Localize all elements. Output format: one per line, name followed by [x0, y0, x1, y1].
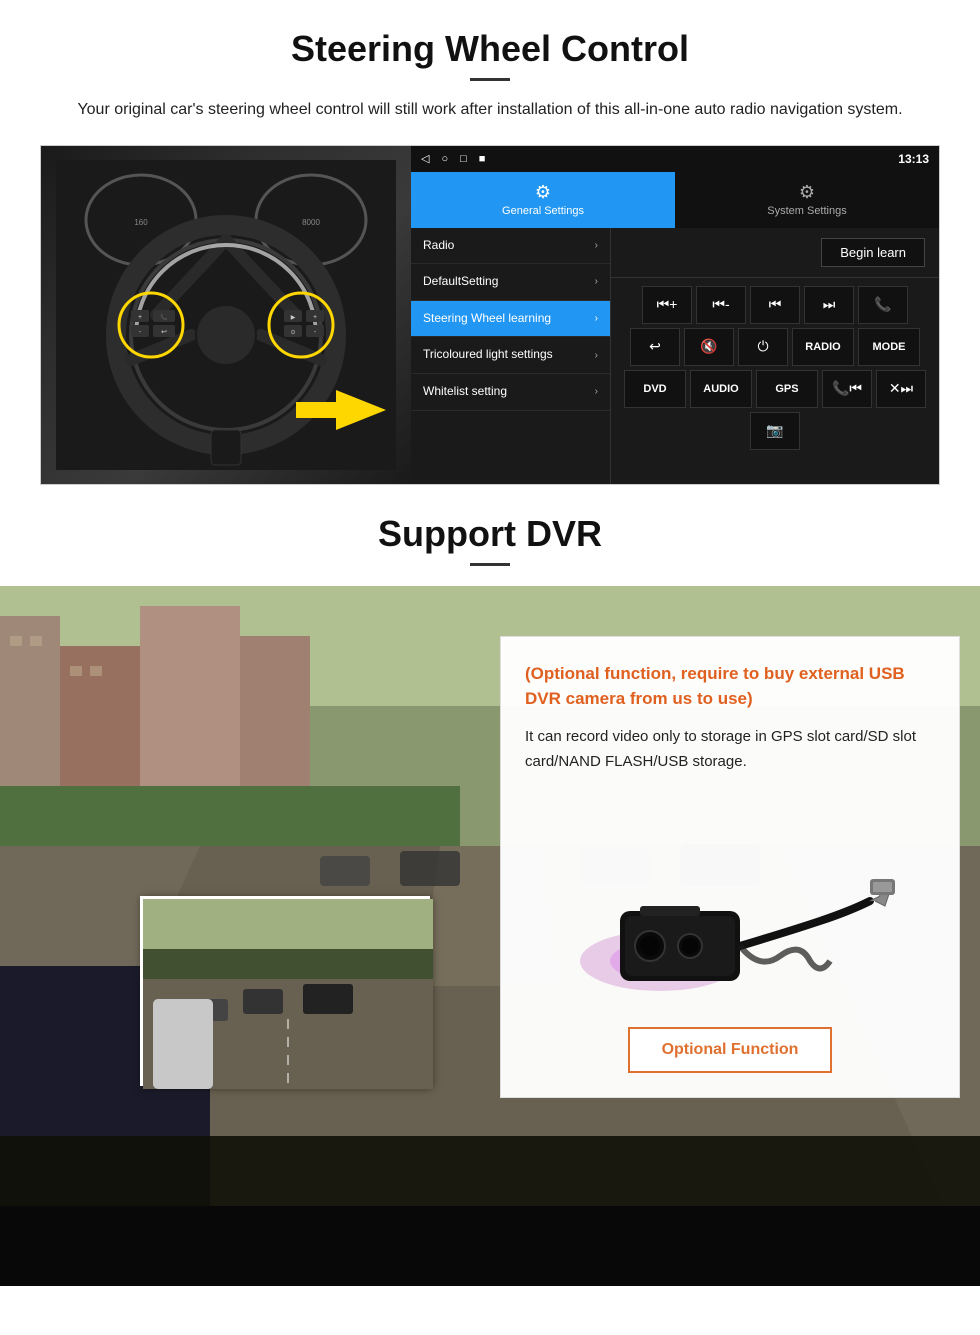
- chevron-right-icon: ›: [595, 350, 598, 361]
- vol-up-btn[interactable]: ⏮+: [642, 286, 692, 324]
- dvr-description: It can record video only to storage in G…: [525, 724, 935, 775]
- tab-system-settings[interactable]: ⚙ System Settings: [675, 172, 939, 228]
- svg-text:+: +: [138, 314, 142, 321]
- mute-next-btn[interactable]: ✕⏭: [876, 370, 926, 408]
- statusbar-time: 13:13: [898, 152, 929, 166]
- prev-btn[interactable]: ⏮: [750, 286, 800, 324]
- dvr-info-card: (Optional function, require to buy exter…: [500, 636, 960, 1098]
- svg-text:▶: ▶: [291, 315, 296, 321]
- steering-control-panel: Begin learn ⏮+ ⏮- ⏮ ⏭ 📞: [611, 228, 939, 484]
- camera-btn[interactable]: 📷: [750, 412, 800, 450]
- phone-btn[interactable]: 📞: [858, 286, 908, 324]
- phone-prev-btn[interactable]: 📞⏮: [822, 370, 872, 408]
- control-row-3: DVD AUDIO GPS 📞⏮ ✕⏭: [619, 370, 931, 408]
- android-content: Radio › DefaultSetting › Steering Wheel …: [411, 228, 939, 484]
- settings-menu-list: Radio › DefaultSetting › Steering Wheel …: [411, 228, 611, 484]
- statusbar-nav: ◁ ○ □ ■: [421, 152, 485, 165]
- tab-general-label: General Settings: [502, 205, 584, 217]
- dvr-optional-text: (Optional function, require to buy exter…: [525, 661, 935, 712]
- steering-subtitle: Your original car's steering wheel contr…: [60, 97, 920, 123]
- optional-function-button[interactable]: Optional Function: [628, 1027, 833, 1073]
- dvr-section-title: Support DVR: [40, 513, 940, 555]
- svg-text:↩: ↩: [161, 329, 167, 336]
- menu-item-default-label: DefaultSetting: [423, 274, 498, 290]
- menu-item-tricoloured-label: Tricoloured light settings: [423, 347, 553, 363]
- control-buttons-grid: ⏮+ ⏮- ⏮ ⏭ 📞 ↩ 🔇 ⏻ RADIO MODE: [611, 278, 939, 458]
- dvr-camera-area: [525, 791, 935, 1017]
- svg-text:8000: 8000: [302, 218, 320, 227]
- android-statusbar: ◁ ○ □ ■ 13:13: [411, 146, 939, 172]
- menu-item-radio[interactable]: Radio ›: [411, 228, 610, 265]
- chevron-right-icon: ›: [595, 313, 598, 324]
- settings-icon: ⚙: [799, 182, 815, 203]
- dvr-preview-svg: [143, 899, 433, 1089]
- gear-icon: ⚙: [535, 182, 551, 203]
- svg-text:160: 160: [134, 218, 148, 227]
- steering-photo: 160 8000 +: [41, 146, 411, 484]
- dvd-btn[interactable]: DVD: [624, 370, 686, 408]
- menu-item-radio-label: Radio: [423, 238, 454, 254]
- hangup-btn[interactable]: ↩: [630, 328, 680, 366]
- menu-item-tricoloured[interactable]: Tricoloured light settings ›: [411, 337, 610, 374]
- page-title: Steering Wheel Control: [40, 28, 940, 70]
- dvr-background-area: (Optional function, require to buy exter…: [0, 586, 980, 1286]
- begin-learn-button[interactable]: Begin learn: [821, 238, 925, 267]
- back-icon: ◁: [421, 152, 429, 165]
- gps-btn[interactable]: GPS: [756, 370, 818, 408]
- mute-btn[interactable]: 🔇: [684, 328, 734, 366]
- control-row-2: ↩ 🔇 ⏻ RADIO MODE: [619, 328, 931, 366]
- control-row-4: 📷: [619, 412, 931, 450]
- android-panel: ◁ ○ □ ■ 13:13 ⚙ General Settings ⚙ Syste…: [411, 146, 939, 484]
- chevron-right-icon: ›: [595, 240, 598, 251]
- next-btn[interactable]: ⏭: [804, 286, 854, 324]
- power-btn[interactable]: ⏻: [738, 328, 788, 366]
- tab-general-settings[interactable]: ⚙ General Settings: [411, 172, 675, 228]
- steering-demo-area: 160 8000 +: [40, 145, 940, 485]
- radio-btn[interactable]: RADIO: [792, 328, 854, 366]
- audio-btn[interactable]: AUDIO: [690, 370, 752, 408]
- menu-item-steering-wheel[interactable]: Steering Wheel learning ›: [411, 301, 610, 338]
- svg-text:📞: 📞: [160, 313, 168, 321]
- dvr-title-area: Support DVR: [0, 485, 980, 586]
- mode-btn[interactable]: MODE: [858, 328, 920, 366]
- steering-wheel-svg: 160 8000 +: [56, 160, 396, 470]
- recents-icon: □: [460, 153, 467, 165]
- tab-system-label: System Settings: [767, 205, 846, 217]
- svg-text:⊙: ⊙: [290, 330, 295, 336]
- dvr-small-preview: [140, 896, 430, 1086]
- menu-item-default-setting[interactable]: DefaultSetting ›: [411, 264, 610, 301]
- begin-learn-row: Begin learn: [611, 228, 939, 278]
- title-divider: [470, 78, 510, 81]
- android-tabs: ⚙ General Settings ⚙ System Settings: [411, 172, 939, 228]
- dvr-section: Support DVR: [0, 485, 980, 1286]
- svg-text:+: +: [313, 314, 317, 321]
- menu-item-whitelist[interactable]: Whitelist setting ›: [411, 374, 610, 411]
- chevron-right-icon: ›: [595, 386, 598, 397]
- vol-down-btn[interactable]: ⏮-: [696, 286, 746, 324]
- dvr-camera-svg: [560, 801, 900, 1001]
- menu-item-steering-label: Steering Wheel learning: [423, 311, 551, 327]
- control-row-1: ⏮+ ⏮- ⏮ ⏭ 📞: [619, 286, 931, 324]
- steering-section: Steering Wheel Control Your original car…: [0, 0, 980, 485]
- dvr-title-divider: [470, 563, 510, 566]
- home-icon: ○: [441, 153, 448, 165]
- menu-item-whitelist-label: Whitelist setting: [423, 384, 507, 400]
- menu-icon: ■: [479, 153, 486, 165]
- chevron-right-icon: ›: [595, 276, 598, 287]
